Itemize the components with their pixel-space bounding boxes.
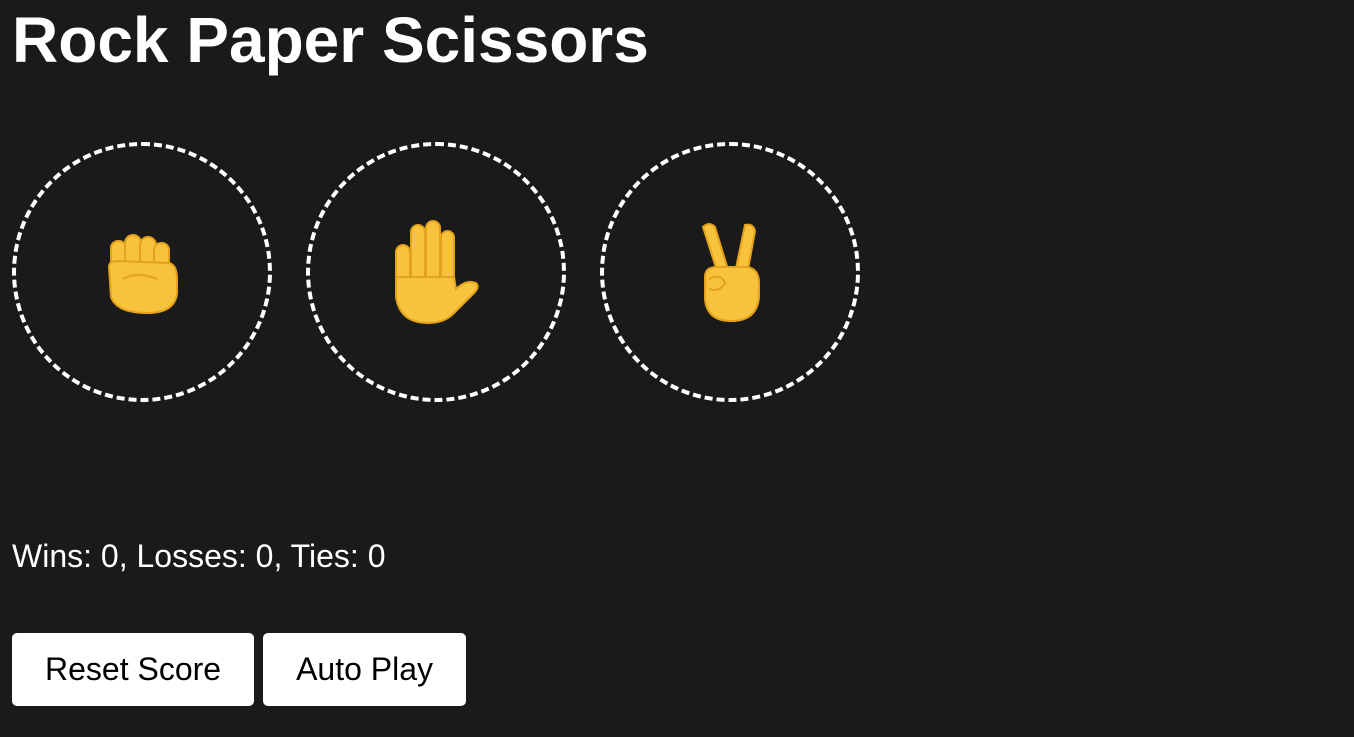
rock-button[interactable] xyxy=(12,142,272,402)
score-display: Wins: 0, Losses: 0, Ties: 0 xyxy=(12,538,386,574)
scissors-button[interactable] xyxy=(600,142,860,402)
page-title: Rock Paper Scissors xyxy=(12,4,649,76)
reset-score-button[interactable]: Reset Score xyxy=(12,633,255,706)
paper-button[interactable] xyxy=(306,142,566,402)
game-page: Rock Paper Scissors Wins: 0, Losses: 0, … xyxy=(0,0,1354,737)
raised-hand-icon xyxy=(395,220,479,325)
move-buttons xyxy=(12,142,860,402)
auto-play-button[interactable]: Auto Play xyxy=(263,633,467,706)
raised-fist-icon xyxy=(107,234,178,315)
victory-hand-icon xyxy=(701,223,760,323)
action-buttons: Reset Score Auto Play xyxy=(12,633,467,706)
